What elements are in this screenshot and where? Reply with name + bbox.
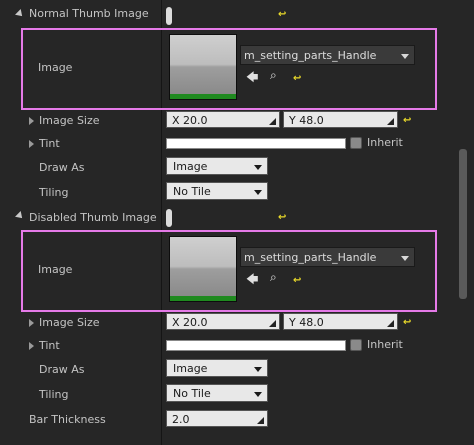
details-panel: Normal Thumb Image ↩ Image m_setting_par… xyxy=(0,0,474,445)
inherit-checkbox[interactable] xyxy=(350,339,362,351)
drag-corner-icon xyxy=(387,118,394,125)
expand-arrow-icon[interactable] xyxy=(29,342,34,350)
reset-icon[interactable]: ↩ xyxy=(293,276,301,286)
draw-as-label: Draw As xyxy=(39,161,85,174)
size-y-field[interactable]: Y 48.0 xyxy=(283,111,398,128)
tiling-dropdown[interactable]: No Tile xyxy=(166,384,268,402)
reset-icon[interactable]: ↩ xyxy=(403,116,411,126)
tint-label: Tint xyxy=(39,339,60,352)
disabled-thumb-header-row[interactable]: Disabled Thumb Image ↩ xyxy=(0,205,456,229)
image-label: Image xyxy=(38,263,73,276)
bar-thickness-field[interactable]: 2.0 xyxy=(166,410,268,427)
tiling-row: Tiling No Tile xyxy=(0,383,456,407)
search-icon[interactable]: ⌕ xyxy=(270,68,277,83)
drag-corner-icon xyxy=(269,320,276,327)
image-size-label: Image Size xyxy=(39,114,100,127)
inherit-label: Inherit xyxy=(367,338,403,351)
size-x-field[interactable]: X 20.0 xyxy=(166,313,280,330)
chevron-down-icon xyxy=(254,190,262,195)
expand-arrow-icon[interactable] xyxy=(29,140,34,148)
asset-picker-dropdown[interactable]: m_setting_parts_Handle xyxy=(240,45,415,65)
reset-icon[interactable]: ↩ xyxy=(293,74,301,84)
tint-color-swatch[interactable] xyxy=(166,340,346,351)
inherit-label: Inherit xyxy=(367,136,403,149)
image-label: Image xyxy=(38,61,73,74)
draw-as-label: Draw As xyxy=(39,363,85,376)
image-size-label: Image Size xyxy=(39,316,100,329)
slider-knob-icon[interactable] xyxy=(166,209,172,227)
size-y-field[interactable]: Y 48.0 xyxy=(283,313,398,330)
tint-row: Tint Inherit xyxy=(0,133,456,157)
collapse-arrow-icon[interactable] xyxy=(15,9,25,19)
image-size-row: Image Size X 20.0 Y 48.0 ↩ xyxy=(0,312,456,336)
chevron-down-icon xyxy=(401,54,409,59)
draw-as-dropdown[interactable]: Image xyxy=(166,359,268,377)
thumbnail-preview[interactable] xyxy=(169,34,237,100)
collapse-arrow-icon[interactable] xyxy=(15,211,25,221)
inherit-checkbox[interactable] xyxy=(350,137,362,149)
slider-knob-icon[interactable] xyxy=(166,7,172,25)
drag-corner-icon xyxy=(387,320,394,327)
tint-color-swatch[interactable] xyxy=(166,138,346,149)
section-label-normal-thumb: Normal Thumb Image xyxy=(29,7,149,20)
vertical-scrollbar[interactable] xyxy=(459,149,467,299)
chevron-down-icon xyxy=(254,392,262,397)
image-size-row: Image Size X 20.0 Y 48.0 ↩ xyxy=(0,110,456,134)
expand-arrow-icon[interactable] xyxy=(29,319,34,327)
bar-thickness-label: Bar Thickness xyxy=(29,413,106,426)
chevron-down-icon xyxy=(254,165,262,170)
tiling-label: Tiling xyxy=(39,388,69,401)
chevron-down-icon xyxy=(254,367,262,372)
asset-name: m_setting_parts_Handle xyxy=(244,49,377,62)
section-label-disabled-thumb: Disabled Thumb Image xyxy=(29,211,157,224)
drag-corner-icon xyxy=(269,118,276,125)
thumbnail-preview[interactable] xyxy=(169,236,237,302)
draw-as-row: Draw As Image xyxy=(0,358,456,382)
chevron-down-icon xyxy=(401,256,409,261)
tiling-row: Tiling No Tile xyxy=(0,181,456,205)
expand-arrow-icon[interactable] xyxy=(29,117,34,125)
draw-as-row: Draw As Image xyxy=(0,156,456,180)
reset-icon[interactable]: ↩ xyxy=(403,318,411,328)
normal-thumb-header-row[interactable]: Normal Thumb Image ↩ xyxy=(0,3,456,27)
reset-icon[interactable]: ↩ xyxy=(278,213,286,223)
asset-name: m_setting_parts_Handle xyxy=(244,251,377,264)
tint-label: Tint xyxy=(39,137,60,150)
size-x-field[interactable]: X 20.0 xyxy=(166,111,280,128)
tiling-label: Tiling xyxy=(39,186,69,199)
use-selected-arrow-icon[interactable]: 🡄 xyxy=(246,68,258,89)
tiling-dropdown[interactable]: No Tile xyxy=(166,182,268,200)
asset-picker-dropdown[interactable]: m_setting_parts_Handle xyxy=(240,247,415,267)
tint-row: Tint Inherit xyxy=(0,335,456,359)
draw-as-dropdown[interactable]: Image xyxy=(166,157,268,175)
search-icon[interactable]: ⌕ xyxy=(270,270,277,285)
reset-icon[interactable]: ↩ xyxy=(278,10,286,20)
bar-thickness-row: Bar Thickness 2.0 xyxy=(0,408,456,432)
use-selected-arrow-icon[interactable]: 🡄 xyxy=(246,270,258,291)
drag-corner-icon xyxy=(257,417,264,424)
